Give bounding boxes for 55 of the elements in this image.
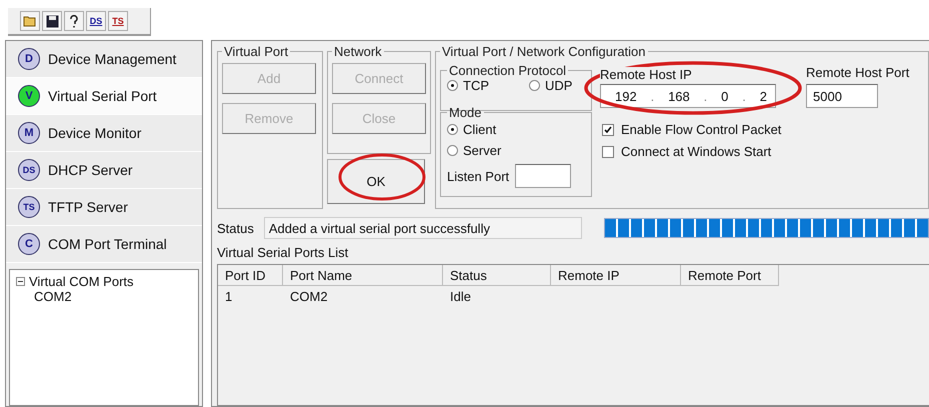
radio-label: TCP bbox=[463, 78, 489, 93]
radio-label: Client bbox=[463, 122, 496, 137]
folder-icon bbox=[23, 15, 37, 27]
nav-item[interactable]: C COM Port Terminal bbox=[6, 226, 202, 263]
badge-icon: M bbox=[18, 122, 40, 144]
toolbar-button[interactable]: DS bbox=[86, 11, 106, 31]
remote-port-field[interactable]: 5000 bbox=[806, 84, 878, 108]
checkbox-label: Connect at Windows Start bbox=[621, 144, 772, 159]
toolbar-button[interactable]: TS bbox=[108, 11, 128, 31]
radio-button[interactable] bbox=[447, 80, 458, 91]
nav-item[interactable]: TS TFTP Server bbox=[6, 189, 202, 226]
nav-item[interactable]: V Virtual Serial Port bbox=[6, 78, 202, 115]
status-field: Added a virtual serial port successfully bbox=[264, 217, 582, 239]
group-title: Mode bbox=[448, 105, 483, 120]
nav-item[interactable]: M Device Monitor bbox=[6, 115, 202, 152]
tree-item[interactable]: COM2 bbox=[34, 289, 72, 304]
collapse-icon[interactable] bbox=[16, 277, 25, 286]
badge-icon: C bbox=[18, 233, 40, 255]
badge-icon: V bbox=[18, 85, 40, 107]
group-title: Virtual Port bbox=[223, 44, 290, 59]
badge-icon: TS bbox=[18, 196, 40, 218]
checkbox-label: Enable Flow Control Packet bbox=[621, 122, 782, 137]
column-header[interactable]: Status bbox=[443, 265, 551, 286]
status-label: Status bbox=[217, 220, 254, 236]
table-cell: Idle bbox=[450, 289, 471, 304]
checkbox[interactable] bbox=[602, 124, 614, 136]
nav-item[interactable]: DS DHCP Server bbox=[6, 152, 202, 189]
table-cell: 1 bbox=[225, 289, 232, 304]
toolbar-button[interactable] bbox=[42, 11, 62, 31]
help-icon bbox=[70, 14, 78, 28]
table-cell: COM2 bbox=[290, 289, 328, 304]
checkbox[interactable] bbox=[602, 146, 614, 158]
group-title: Connection Protocol bbox=[448, 63, 568, 78]
column-header[interactable]: Remote IP bbox=[551, 265, 681, 286]
badge-icon: D bbox=[18, 48, 40, 70]
nav-item[interactable]: D Device Management bbox=[6, 41, 202, 78]
badge-icon: DS bbox=[18, 159, 40, 181]
column-header[interactable]: Port Name bbox=[283, 265, 443, 286]
field-label: Listen Port bbox=[447, 168, 510, 184]
group-title: Virtual Port / Network Configuration bbox=[441, 44, 647, 59]
column-header[interactable]: Port ID bbox=[218, 265, 283, 286]
radio-label: Server bbox=[463, 143, 502, 158]
group-title: Network bbox=[333, 44, 383, 59]
ip-address-field[interactable]: 192 . 168 . 0 . 2 bbox=[600, 84, 776, 108]
radio-button[interactable] bbox=[529, 80, 540, 91]
list-title: Virtual Serial Ports List bbox=[217, 245, 350, 260]
field-label: Remote Host IP bbox=[600, 67, 692, 82]
toolbar-button[interactable] bbox=[64, 11, 84, 31]
listen-port-field[interactable] bbox=[515, 164, 572, 188]
radio-button[interactable] bbox=[447, 145, 458, 156]
radio-label: UDP bbox=[545, 78, 572, 93]
column-header[interactable]: Remote Port bbox=[681, 265, 779, 286]
radio-button[interactable] bbox=[447, 124, 458, 135]
tree-item[interactable]: Virtual COM Ports bbox=[29, 274, 134, 289]
field-label: Remote Host Port bbox=[806, 65, 910, 80]
